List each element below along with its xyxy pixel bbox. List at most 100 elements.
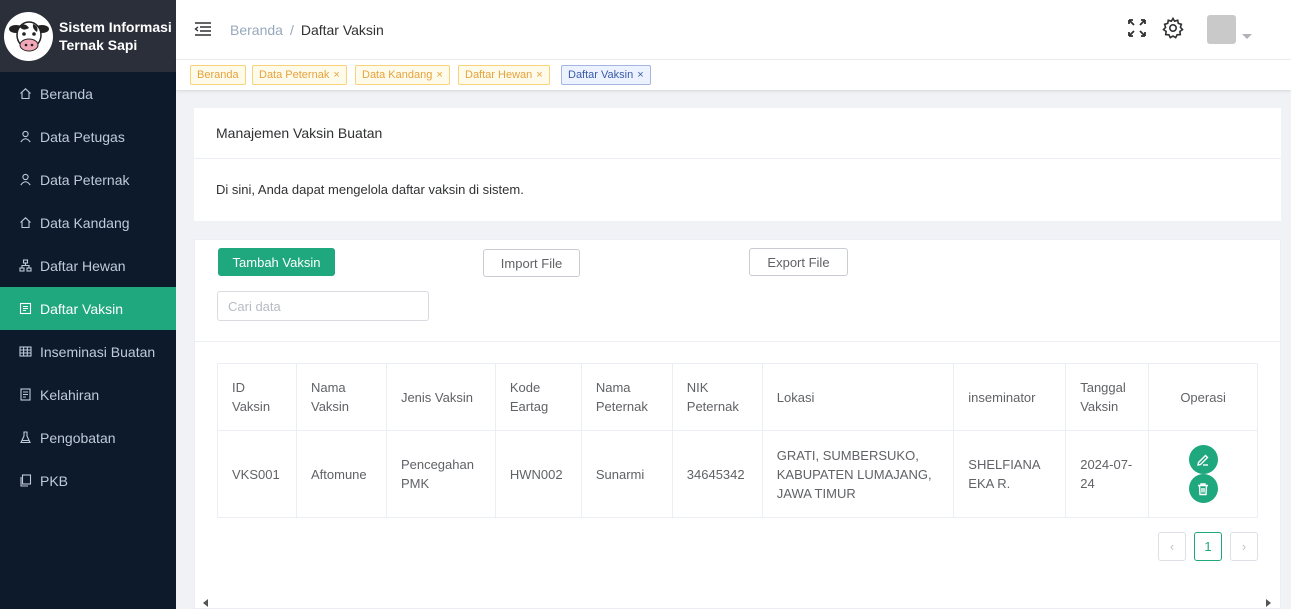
- page-title: Manajemen Vaksin Buatan: [194, 108, 1281, 159]
- home-icon: [19, 87, 32, 100]
- cell-text: 2024-07-: [1080, 457, 1133, 472]
- sidebar-item-label: Daftar Vaksin: [40, 300, 123, 317]
- flask-icon: [19, 431, 32, 444]
- list-icon: [19, 302, 32, 315]
- sidebar-menu: Beranda Data Petugas Data Peternak Data …: [0, 72, 176, 502]
- col-nama-peternak: Nama Peternak: [580, 363, 673, 431]
- sidebar-item-label: Data Petugas: [40, 128, 125, 145]
- close-icon[interactable]: ×: [536, 69, 542, 81]
- sidebar-item-beranda[interactable]: Beranda: [0, 72, 176, 115]
- tag-beranda[interactable]: Beranda: [190, 65, 246, 85]
- add-vaksin-button[interactable]: Tambah Vaksin: [218, 248, 335, 276]
- user-icon: [19, 130, 32, 143]
- breadcrumb: Beranda / Daftar Vaksin: [230, 22, 384, 38]
- col-jenis-vaksin: Jenis Vaksin: [385, 363, 496, 431]
- cell-text: SHELFIANA: [968, 457, 1041, 472]
- cell-text: PMK: [400, 476, 430, 491]
- sidebar-item-kelahiran[interactable]: Kelahiran: [0, 373, 176, 416]
- tags-view: Beranda Data Peternak × Data Kandang × Daf…: [176, 60, 1291, 90]
- export-file-button[interactable]: Export File: [749, 248, 848, 276]
- edit-button[interactable]: [1188, 445, 1218, 474]
- sidebar-item-label: Beranda: [40, 85, 93, 102]
- table-icon: [19, 345, 32, 358]
- sidebar-item-pengobatan[interactable]: Pengobatan: [0, 416, 176, 459]
- tag-daftar-hewan[interactable]: Daftar Hewan ×: [458, 65, 550, 85]
- breadcrumb-home[interactable]: Beranda: [230, 22, 283, 38]
- document-icon: [19, 388, 32, 401]
- header-text: Tanggal: [1080, 380, 1126, 395]
- gear-icon[interactable]: [1161, 16, 1185, 40]
- col-id-vaksin: ID Vaksin: [217, 363, 297, 431]
- sidebar-item-data-petugas[interactable]: Data Petugas: [0, 115, 176, 158]
- close-icon[interactable]: ×: [333, 69, 339, 81]
- delete-button[interactable]: [1188, 474, 1218, 503]
- sidebar-item-data-peternak[interactable]: Data Peternak: [0, 158, 176, 201]
- cell-id-vaksin: VKS001: [217, 430, 297, 518]
- cell-text: KABUPATEN LUMAJANG,: [776, 466, 932, 482]
- sidebar-item-label: Kelahiran: [40, 386, 100, 403]
- header-text: Nama: [595, 380, 631, 395]
- avatar[interactable]: [1207, 15, 1236, 44]
- page-number-button[interactable]: 1: [1194, 532, 1222, 561]
- col-lokasi: Lokasi: [761, 363, 955, 431]
- cell-nik-peternak: 34645342: [671, 430, 763, 518]
- fullscreen-icon[interactable]: [1125, 16, 1149, 40]
- import-file-button[interactable]: Import File: [483, 249, 580, 277]
- tag-label: Data Kandang: [362, 69, 433, 81]
- col-nik-peternak: NIK Peternak: [671, 363, 763, 431]
- brand: Sistem Informasi Ternak Sapi: [0, 0, 176, 72]
- app-title-line2: Ternak Sapi: [59, 37, 138, 53]
- vaksin-table: ID Vaksin Nama Vaksin Jenis Vaksin Kode Ear…: [217, 363, 1258, 518]
- table-row: VKS001 Aftomune Pencegahan PMK HWN002 Sun…: [217, 430, 1258, 518]
- tag-data-peternak[interactable]: Data Peternak ×: [252, 65, 347, 85]
- sidebar-item-inseminasi-buatan[interactable]: Inseminasi Buatan: [0, 330, 176, 373]
- scroll-left-arrow-icon[interactable]: [203, 599, 208, 607]
- sidebar-item-label: Pengobatan: [40, 429, 116, 446]
- info-card: Manajemen Vaksin Buatan Di sini, Anda da…: [194, 108, 1281, 221]
- header-text: Nama: [310, 380, 346, 395]
- app-title-line1: Sistem Informasi: [59, 19, 172, 35]
- hamburger-icon[interactable]: [194, 20, 212, 38]
- header-text: Vaksin: [1080, 399, 1119, 414]
- scroll-right-arrow-icon[interactable]: [1266, 599, 1271, 607]
- divider: [195, 341, 1280, 342]
- sidebar-item-pkb[interactable]: PKB: [0, 459, 176, 502]
- tree-icon: [19, 259, 32, 272]
- header-text: ID: [232, 380, 245, 395]
- user-icon: [19, 173, 32, 186]
- cell-operasi: [1148, 430, 1258, 518]
- sidebar-item-data-kandang[interactable]: Data Kandang: [0, 201, 176, 244]
- tag-daftar-vaksin[interactable]: Daftar Vaksin ×: [561, 65, 651, 85]
- vaksin-card: Tambah Vaksin Import File Export File ID…: [194, 239, 1281, 609]
- cell-tanggal-vaksin: 2024-07- 24: [1065, 430, 1150, 518]
- edit-icon: [1197, 454, 1209, 466]
- cell-text: Pencegahan: [400, 457, 474, 472]
- app-title: Sistem Informasi Ternak Sapi: [59, 18, 172, 54]
- header-text: Vaksin: [310, 399, 350, 414]
- col-inseminator: inseminator: [953, 363, 1067, 431]
- tag-label: Data Peternak: [259, 69, 330, 81]
- close-icon[interactable]: ×: [637, 69, 643, 81]
- col-nama-vaksin: Nama Vaksin: [295, 363, 387, 431]
- sidebar-item-label: Inseminasi Buatan: [40, 343, 156, 360]
- cell-lokasi: GRATI, SUMBERSUKO, KABUPATEN LUMAJANG, JAW…: [761, 430, 955, 518]
- tag-label: Beranda: [197, 69, 239, 81]
- cell-text: EKA R.: [968, 476, 1011, 491]
- sidebar-item-daftar-vaksin[interactable]: Daftar Vaksin: [0, 287, 176, 330]
- sidebar-item-label: Data Kandang: [40, 214, 130, 231]
- cell-text: JAWA TIMUR: [776, 485, 856, 501]
- cell-nama-peternak: Sunarmi: [580, 430, 673, 518]
- close-icon[interactable]: ×: [436, 69, 442, 81]
- next-page-button[interactable]: ›: [1230, 532, 1258, 561]
- sidebar-item-daftar-hewan[interactable]: Daftar Hewan: [0, 244, 176, 287]
- header-text: Vaksin: [232, 399, 271, 414]
- sidebar-item-label: PKB: [40, 472, 69, 489]
- sidebar-item-label: Data Peternak: [40, 171, 130, 188]
- prev-page-button[interactable]: ‹: [1158, 532, 1186, 561]
- tag-data-kandang[interactable]: Data Kandang ×: [355, 65, 450, 85]
- cow-logo: [4, 11, 53, 61]
- search-input[interactable]: [217, 291, 429, 321]
- header-text: Peternak: [595, 399, 648, 414]
- caret-down-icon[interactable]: [1242, 34, 1252, 39]
- cell-nama-vaksin: Aftomune: [295, 430, 387, 518]
